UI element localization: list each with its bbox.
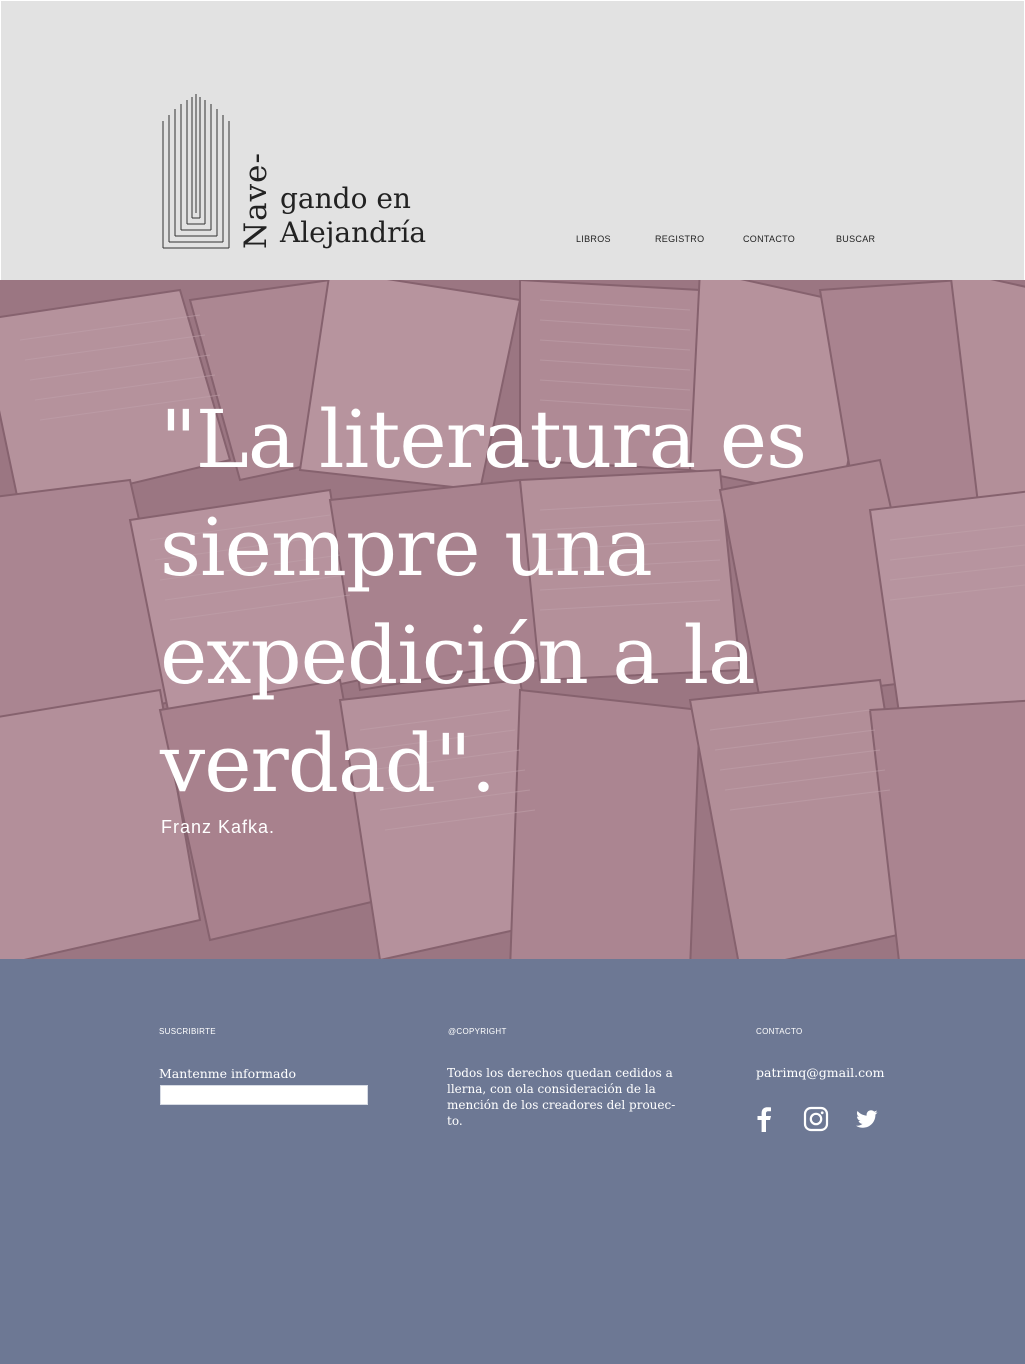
contact-heading: CONTACTO: [756, 1027, 803, 1036]
contact-email[interactable]: patrimq@gmail.com: [756, 1065, 884, 1081]
main-nav: LIBROS REGISTRO CONTACTO BUSCAR: [1, 234, 1024, 248]
nav-item-buscar[interactable]: BUSCAR: [836, 234, 875, 244]
subscribe-heading: SUSCRIBIRTE: [159, 1027, 216, 1036]
facebook-icon[interactable]: [755, 1106, 773, 1132]
instagram-icon[interactable]: [803, 1106, 829, 1132]
subscribe-email-input[interactable]: [160, 1085, 368, 1105]
quote-author: Franz Kafka.: [161, 817, 276, 837]
twitter-icon[interactable]: [856, 1106, 878, 1132]
hero-quote: "La literatura es siempre una expedición…: [160, 393, 807, 810]
nav-item-registro[interactable]: REGISTRO: [655, 234, 704, 244]
hero-section: "La literatura es siempre una expedición…: [0, 280, 1025, 959]
site-footer: SUSCRIBIRTE Mantenme informado @COPYRIGH…: [0, 959, 1025, 1364]
nav-item-libros[interactable]: LIBROS: [576, 234, 611, 244]
copyright-heading: @COPYRIGHT: [448, 1027, 507, 1036]
nav-item-contacto[interactable]: CONTACTO: [743, 234, 795, 244]
copyright-text: Todos los derechos quedan cedidos a ller…: [447, 1066, 676, 1128]
subscribe-label: Mantenme informado: [159, 1066, 297, 1081]
logo-text-line1: gando en: [280, 182, 411, 215]
site-header: Nave- gando en Alejandría LIBROS REGISTR…: [1, 1, 1024, 280]
logo-arch-icon: [162, 94, 230, 249]
